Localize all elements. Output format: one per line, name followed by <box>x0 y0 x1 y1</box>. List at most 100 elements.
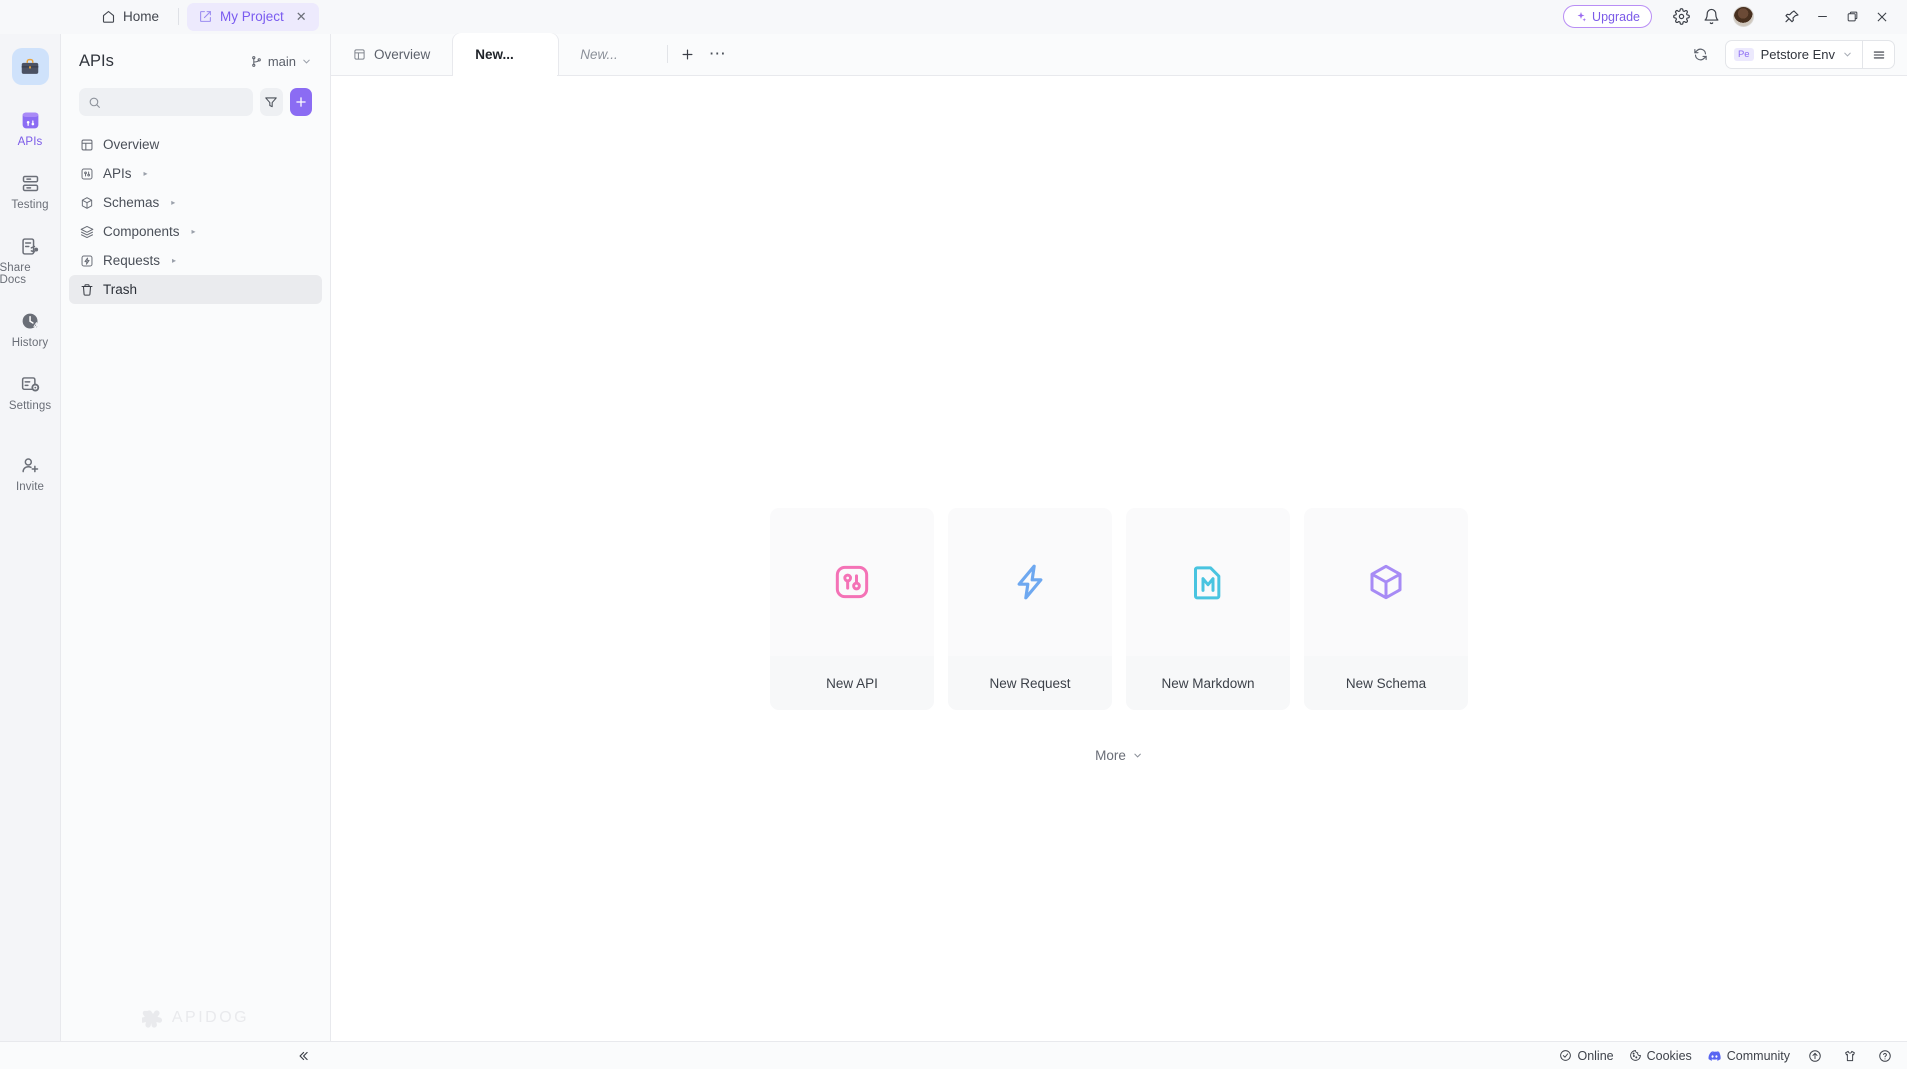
chevron-down-icon <box>301 56 312 67</box>
tree-item-label: Components <box>103 224 180 239</box>
maximize-button[interactable] <box>1837 2 1867 32</box>
expand-triangle-icon[interactable]: ▸ <box>192 227 196 236</box>
main-panel: Overview New... New... ⋯ Pe Petstore Env… <box>331 33 1907 1041</box>
search-input[interactable] <box>108 94 245 110</box>
tab-new-active[interactable]: New... <box>453 33 559 76</box>
status-online[interactable]: Online <box>1559 1049 1614 1063</box>
quick-create-grid: New API New Request New Markdown New Sch… <box>770 508 1468 710</box>
sidebar-item-label: Share Docs <box>0 262 31 286</box>
sidebar-item-label: APIs <box>17 136 43 148</box>
search-box[interactable] <box>79 88 254 116</box>
branch-icon <box>250 55 263 68</box>
collapse-sidebar-button[interactable] <box>286 1042 320 1069</box>
components-icon <box>79 224 94 239</box>
new-tab-button[interactable] <box>672 39 702 69</box>
tree-item-schemas[interactable]: Schemas ▸ <box>69 188 322 217</box>
home-tab-label: Home <box>123 9 160 24</box>
status-bar: Online Cookies Community <box>0 1041 1907 1069</box>
refresh-button[interactable] <box>1687 41 1715 69</box>
tree-item-label: Schemas <box>103 195 160 210</box>
tab-bar-actions: Pe Petstore Env <box>1687 40 1895 69</box>
nav-rail: APIs Testing Share Docs History Settings… <box>0 34 61 1041</box>
briefcase-icon[interactable] <box>11 48 49 85</box>
tree-item-requests[interactable]: Requests ▸ <box>69 246 322 275</box>
history-icon <box>19 310 41 332</box>
new-request-icon <box>1010 508 1050 656</box>
tab-new-preview[interactable]: New... <box>558 33 663 75</box>
environment-chip: Pe <box>1733 47 1754 62</box>
sidebar-item-settings[interactable]: Settings <box>0 367 61 416</box>
new-markdown-icon <box>1188 508 1228 656</box>
cookie-icon <box>1629 1049 1642 1062</box>
sidebar-item-share-docs[interactable]: Share Docs <box>0 229 61 290</box>
hamburger-icon[interactable] <box>1862 41 1894 68</box>
add-button[interactable] <box>289 88 312 116</box>
status-bar-right: Online Cookies Community <box>1559 1046 1895 1066</box>
tree-item-label: Requests <box>103 253 161 268</box>
sidebar-item-invite[interactable]: Invite <box>0 448 61 497</box>
title-bar: Home My Project ✕ Upgrade <box>0 0 1907 34</box>
apidog-watermark-label: APIDOG <box>171 1009 250 1026</box>
apidog-logo-icon <box>141 1010 162 1028</box>
environment-dropdown[interactable]: Pe Petstore Env <box>1726 41 1862 68</box>
sidebar-item-label: Testing <box>11 199 49 211</box>
sidebar-item-history[interactable]: History <box>0 304 61 353</box>
refresh-icon <box>1693 47 1708 62</box>
status-community[interactable]: Community <box>1707 1048 1790 1063</box>
upgrade-button[interactable]: Upgrade <box>1563 5 1652 28</box>
tab-divider <box>667 45 669 63</box>
close-window-button[interactable] <box>1867 2 1897 32</box>
chevron-down-icon <box>1132 750 1143 761</box>
check-circle-icon <box>1559 1049 1572 1062</box>
tree-item-overview[interactable]: Overview <box>69 130 322 159</box>
expand-triangle-icon[interactable]: ▸ <box>144 169 148 178</box>
expand-triangle-icon[interactable]: ▸ <box>172 256 176 265</box>
tree-item-components[interactable]: Components ▸ <box>69 217 322 246</box>
tab-overflow-button[interactable]: ⋯ <box>702 39 732 69</box>
status-community-label: Community <box>1726 1048 1790 1063</box>
card-new-schema[interactable]: New Schema <box>1304 508 1468 710</box>
filter-button[interactable] <box>260 88 283 116</box>
shirt-icon[interactable] <box>1840 1046 1860 1066</box>
upload-circle-icon[interactable] <box>1805 1046 1825 1066</box>
gear-icon[interactable] <box>1666 2 1696 32</box>
branch-label: main <box>267 53 296 69</box>
sidebar-tree: Overview APIs ▸ Schemas ▸ Components ▸ R… <box>61 130 330 304</box>
schemas-icon <box>79 195 94 210</box>
status-cookies-label: Cookies <box>1646 1048 1692 1063</box>
environment-selector: Pe Petstore Env <box>1724 40 1895 69</box>
card-label: New Schema <box>1304 656 1468 710</box>
more-button[interactable]: More <box>1095 748 1143 763</box>
editor-tab-bar: Overview New... New... ⋯ Pe Petstore Env <box>331 33 1907 76</box>
tab-label: Overview <box>374 46 431 62</box>
pin-icon[interactable] <box>1777 2 1807 32</box>
more-label: More <box>1095 748 1126 763</box>
tree-item-trash[interactable]: Trash <box>69 275 322 304</box>
avatar[interactable] <box>1733 6 1754 27</box>
sidebar-header: APIs main <box>61 40 330 82</box>
title-bar-tabs: Home My Project ✕ <box>90 0 319 33</box>
bell-icon[interactable] <box>1696 2 1726 32</box>
sidebar-item-apis[interactable]: APIs <box>0 103 61 152</box>
status-cookies[interactable]: Cookies <box>1629 1049 1692 1063</box>
tab-overview[interactable]: Overview <box>331 33 453 75</box>
home-tab[interactable]: Home <box>90 4 170 29</box>
title-bar-controls: Upgrade <box>1563 0 1897 33</box>
sidebar-item-testing[interactable]: Testing <box>0 166 61 215</box>
apis-icon <box>19 109 41 131</box>
sparkle-icon <box>1575 11 1587 23</box>
close-icon[interactable]: ✕ <box>296 9 307 25</box>
help-circle-icon[interactable] <box>1875 1046 1895 1066</box>
branch-selector[interactable]: main <box>250 54 312 69</box>
minimize-button[interactable] <box>1807 2 1837 32</box>
card-new-markdown[interactable]: New Markdown <box>1126 508 1290 710</box>
testing-icon <box>19 172 41 194</box>
apis-folder-icon <box>79 166 94 181</box>
card-new-api[interactable]: New API <box>770 508 934 710</box>
tree-item-apis[interactable]: APIs ▸ <box>69 159 322 188</box>
project-tab[interactable]: My Project ✕ <box>187 2 319 31</box>
card-new-request[interactable]: New Request <box>948 508 1112 710</box>
expand-triangle-icon[interactable]: ▸ <box>171 198 175 207</box>
search-icon <box>88 96 101 109</box>
overview-icon <box>79 137 94 152</box>
